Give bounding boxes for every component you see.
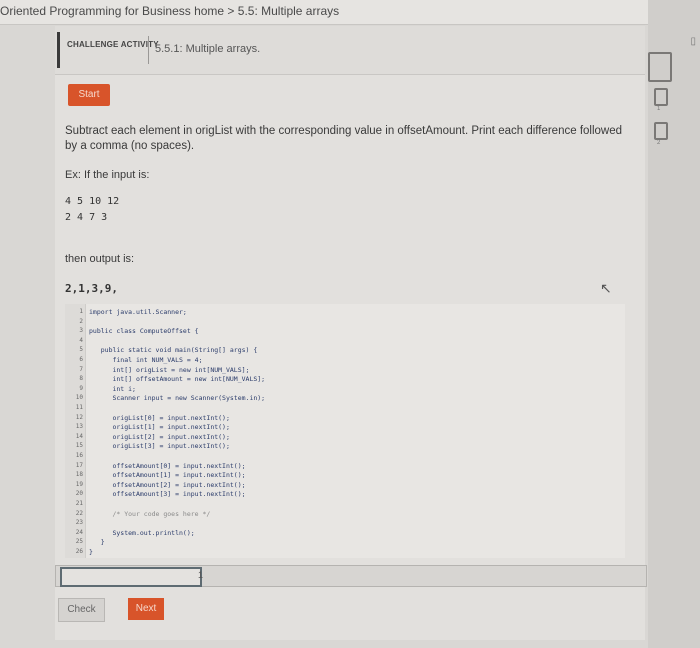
line-number: 3 [79,327,83,335]
code-line[interactable]: import java.util.Scanner; [89,308,187,316]
check-button[interactable]: Check [58,598,105,622]
rail-marker-icon: ▯ [690,36,696,47]
line-number: 7 [79,365,83,373]
level-1-number: 1 [657,106,661,112]
result-input-box[interactable] [60,567,202,587]
completion-box-icon [648,52,672,82]
line-number: 6 [79,356,83,363]
code-line[interactable]: origList[0] = input.nextInt(); [89,414,229,422]
line-number: 21 [75,500,83,507]
code-line[interactable]: origList[1] = input.nextInt(); [89,423,229,431]
line-number: 12 [75,413,83,421]
code-line[interactable]: int[] offsetAmount = new int[NUM_VALS]; [89,375,265,383]
level-2-number: 2 [657,140,661,146]
line-number: 26 [75,548,83,555]
level-2-box-icon[interactable] [654,122,668,140]
problem-prompt: Subtract each element in origList with t… [65,125,623,152]
line-number: 5 [79,346,83,354]
header-accent [57,32,60,68]
example-label: Ex: If the input is: [65,169,150,181]
code-line[interactable]: int[] origList = new int[NUM_VALS]; [89,366,249,374]
line-number: 15 [75,442,83,450]
line-number: 14 [75,432,83,440]
line-number: 25 [75,538,83,546]
line-number: 9 [79,384,83,392]
result-bar: 1 [55,565,647,587]
line-number: 1 [79,308,83,315]
line-number: 18 [75,471,83,479]
activity-title: 5.5.1: Multiple arrays. [155,43,261,55]
line-number: 11 [75,404,83,411]
code-line[interactable]: origList[2] = input.nextInt(); [89,433,229,441]
line-number: 13 [75,423,83,431]
line-number: 16 [75,452,83,459]
line-number: 23 [75,519,83,527]
line-number: 20 [75,490,83,498]
code-line[interactable]: int i; [89,385,136,393]
line-number: 10 [75,394,83,402]
code-editor[interactable]: 1 2 3 4 5 6 7 8 9 10 11 12 13 14 15 16 17 18 19 20 21 22 23 24 2… [65,304,625,558]
line-number: 4 [79,336,83,344]
code-line[interactable]: final int NUM_VALS = 4; [89,356,202,364]
card-header: CHALLENGE ACTIVITY 5.5.1: Multiple array… [55,26,645,75]
breadcrumb[interactable]: Oriented Programming for Business home >… [0,4,339,18]
code-line[interactable]: public static void main(String[] args) { [89,346,258,354]
code-line[interactable]: offsetAmount[3] = input.nextInt(); [89,490,245,498]
example-input-line-1: 4 5 10 12 [65,196,120,207]
line-number: 2 [79,317,83,325]
line-number: 17 [75,461,83,469]
level-1-box-icon[interactable] [654,88,668,106]
code-line[interactable]: offsetAmount[0] = input.nextInt(); [89,462,245,470]
line-number-gutter: 1 2 3 4 5 6 7 8 9 10 11 12 13 14 15 16 17 18 19 20 21 22 23 24 2… [65,304,86,558]
header-divider [148,36,149,64]
code-line[interactable]: } [89,538,105,546]
mouse-cursor-icon: ↖ [600,280,612,296]
start-button[interactable]: Start [68,84,110,106]
result-number: 1 [198,570,204,580]
output-label: then output is: [65,253,135,265]
next-button[interactable]: Next [128,598,164,620]
top-bar: Oriented Programming for Business home >… [0,0,700,25]
example-input-line-2: 2 4 7 3 [65,212,108,223]
code-line[interactable]: Scanner input = new Scanner(System.in); [89,394,265,402]
challenge-badge: CHALLENGE ACTIVITY [67,40,159,49]
line-number: 22 [75,509,83,517]
code-line[interactable]: offsetAmount[2] = input.nextInt(); [89,481,245,489]
code-line[interactable]: /* Your code goes here */ [89,510,210,518]
line-number: 24 [75,528,83,536]
expected-output: 2,1,3,9, [65,282,118,295]
code-line[interactable]: public class ComputeOffset { [89,327,199,335]
code-line[interactable]: } [89,548,93,556]
code-line[interactable]: System.out.println(); [89,529,194,537]
code-line[interactable]: offsetAmount[1] = input.nextInt(); [89,471,245,479]
code-line[interactable]: origList[3] = input.nextInt(); [89,442,229,450]
line-number: 19 [75,480,83,488]
line-number: 8 [79,375,83,383]
